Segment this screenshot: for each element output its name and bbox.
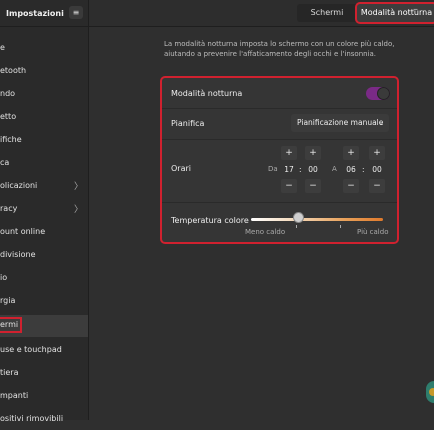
chevron-down-icon: ⌄ bbox=[378, 119, 384, 127]
sidebar-item-label: ount online bbox=[0, 227, 46, 236]
temperature-max-label: Più caldo bbox=[357, 228, 389, 236]
schedule-value: Pianificazione manuale bbox=[297, 118, 384, 127]
sidebar-item-account-online[interactable]: ount online bbox=[0, 221, 88, 243]
assistant-dot bbox=[429, 388, 434, 396]
night-mode-panel: Modalità notturna Pianifica Pianificazio… bbox=[162, 78, 397, 242]
temperature-slider-track[interactable] bbox=[251, 218, 383, 221]
night-mode-label: Modalità notturna bbox=[171, 89, 243, 98]
sidebar: e etooth ndo etto ifiche ca olicazioni 〉 … bbox=[0, 27, 89, 423]
sidebar-item-label: ermi bbox=[0, 320, 19, 329]
sidebar-item-privacy[interactable]: racy 〉 bbox=[0, 198, 88, 220]
app-title: Impostazioni bbox=[6, 9, 64, 18]
time-colon: : bbox=[362, 165, 365, 174]
from-minutes-decrement-button[interactable]: − bbox=[305, 179, 321, 193]
sidebar-item-tastiera[interactable]: tiera bbox=[0, 362, 88, 384]
to-minutes-increment-button[interactable]: + bbox=[369, 146, 385, 160]
sidebar-item-label: racy bbox=[0, 204, 18, 213]
tab-schermi[interactable]: Schermi bbox=[297, 4, 357, 22]
sidebar-item-aspetto[interactable]: etto bbox=[0, 106, 88, 128]
night-mode-toggle[interactable] bbox=[366, 87, 390, 100]
sidebar-item-bluetooth[interactable]: etooth bbox=[0, 60, 88, 82]
times-label: Orari bbox=[171, 164, 191, 173]
chevron-right-icon: 〉 bbox=[74, 205, 84, 215]
sidebar-item-label: tiera bbox=[0, 368, 19, 377]
sidebar-item-condivisione[interactable]: divisione bbox=[0, 244, 88, 266]
sidebar-item-label: divisione bbox=[0, 250, 36, 259]
sidebar-header: Impostazioni ≡ bbox=[0, 0, 89, 27]
to-hours-value[interactable]: 06 bbox=[343, 165, 359, 174]
sidebar-item-notifiche[interactable]: ifiche bbox=[0, 129, 88, 151]
schedule-label: Pianifica bbox=[171, 119, 205, 128]
night-mode-description: La modalità notturna imposta lo schermo … bbox=[164, 40, 395, 58]
sidebar-item-sfondo[interactable]: ndo bbox=[0, 83, 88, 105]
sidebar-item-label: mpanti bbox=[0, 391, 29, 400]
time-colon: : bbox=[299, 165, 302, 174]
schedule-dropdown[interactable]: Pianificazione manuale ⌄ bbox=[291, 114, 389, 132]
from-minutes-value[interactable]: 00 bbox=[305, 165, 321, 174]
to-minutes-decrement-button[interactable]: − bbox=[369, 179, 385, 193]
from-label: Da bbox=[268, 165, 278, 173]
sidebar-item-schermi[interactable]: ermi bbox=[0, 315, 88, 337]
sidebar-item-stampanti[interactable]: mpanti bbox=[0, 385, 88, 407]
sidebar-item-ricerca[interactable]: ca bbox=[0, 152, 88, 174]
to-minutes-value[interactable]: 00 bbox=[369, 165, 385, 174]
main-content: La modalità notturna imposta lo schermo … bbox=[89, 27, 434, 420]
temperature-slider-handle[interactable] bbox=[293, 212, 304, 223]
sidebar-item[interactable]: e bbox=[0, 37, 88, 59]
sidebar-item-label: rgia bbox=[0, 296, 16, 305]
divider bbox=[162, 139, 397, 140]
from-hours-increment-button[interactable]: + bbox=[281, 146, 297, 160]
temperature-label: Temperatura colore bbox=[171, 216, 249, 225]
slider-tick bbox=[340, 225, 341, 228]
sidebar-item-label: e bbox=[0, 43, 5, 52]
chevron-right-icon: 〉 bbox=[74, 182, 84, 192]
divider bbox=[162, 202, 397, 203]
hamburger-menu-icon[interactable]: ≡ bbox=[69, 6, 83, 19]
sidebar-item-label: io bbox=[0, 273, 8, 282]
sidebar-item-label: ndo bbox=[0, 89, 16, 98]
minimize-button[interactable]: – bbox=[413, 4, 418, 15]
sidebar-item-label: olicazioni bbox=[0, 181, 38, 190]
sidebar-item-label: etooth bbox=[0, 66, 27, 75]
from-minutes-increment-button[interactable]: + bbox=[305, 146, 321, 160]
to-label: A bbox=[332, 165, 337, 173]
slider-tick bbox=[296, 225, 297, 228]
sidebar-item-label: ifiche bbox=[0, 135, 22, 144]
sidebar-item-label: use e touchpad bbox=[0, 345, 62, 354]
from-hours-decrement-button[interactable]: − bbox=[281, 179, 297, 193]
divider bbox=[162, 108, 397, 109]
tab-modalita-notturna[interactable]: Modalità notturna bbox=[357, 4, 434, 22]
sidebar-item-label: ositivi rimovibili bbox=[0, 414, 64, 423]
to-hours-increment-button[interactable]: + bbox=[343, 146, 359, 160]
sidebar-item-applicazioni[interactable]: olicazioni 〉 bbox=[0, 175, 88, 197]
sidebar-item-energia[interactable]: rgia bbox=[0, 290, 88, 312]
sidebar-item-label: etto bbox=[0, 112, 17, 121]
sidebar-item-audio[interactable]: io bbox=[0, 267, 88, 289]
to-hours-decrement-button[interactable]: − bbox=[343, 179, 359, 193]
sidebar-item-mouse-touchpad[interactable]: use e touchpad bbox=[0, 339, 88, 361]
toggle-knob bbox=[377, 87, 390, 100]
sidebar-item-dispositivi-rimovibili[interactable]: ositivi rimovibili bbox=[0, 408, 88, 430]
from-hours-value[interactable]: 17 bbox=[281, 165, 297, 174]
sidebar-item-label: ca bbox=[0, 158, 10, 167]
header-bar: Schermi Modalità notturna – bbox=[89, 0, 434, 27]
assistant-icon[interactable] bbox=[426, 381, 434, 403]
temperature-min-label: Meno caldo bbox=[245, 228, 286, 236]
